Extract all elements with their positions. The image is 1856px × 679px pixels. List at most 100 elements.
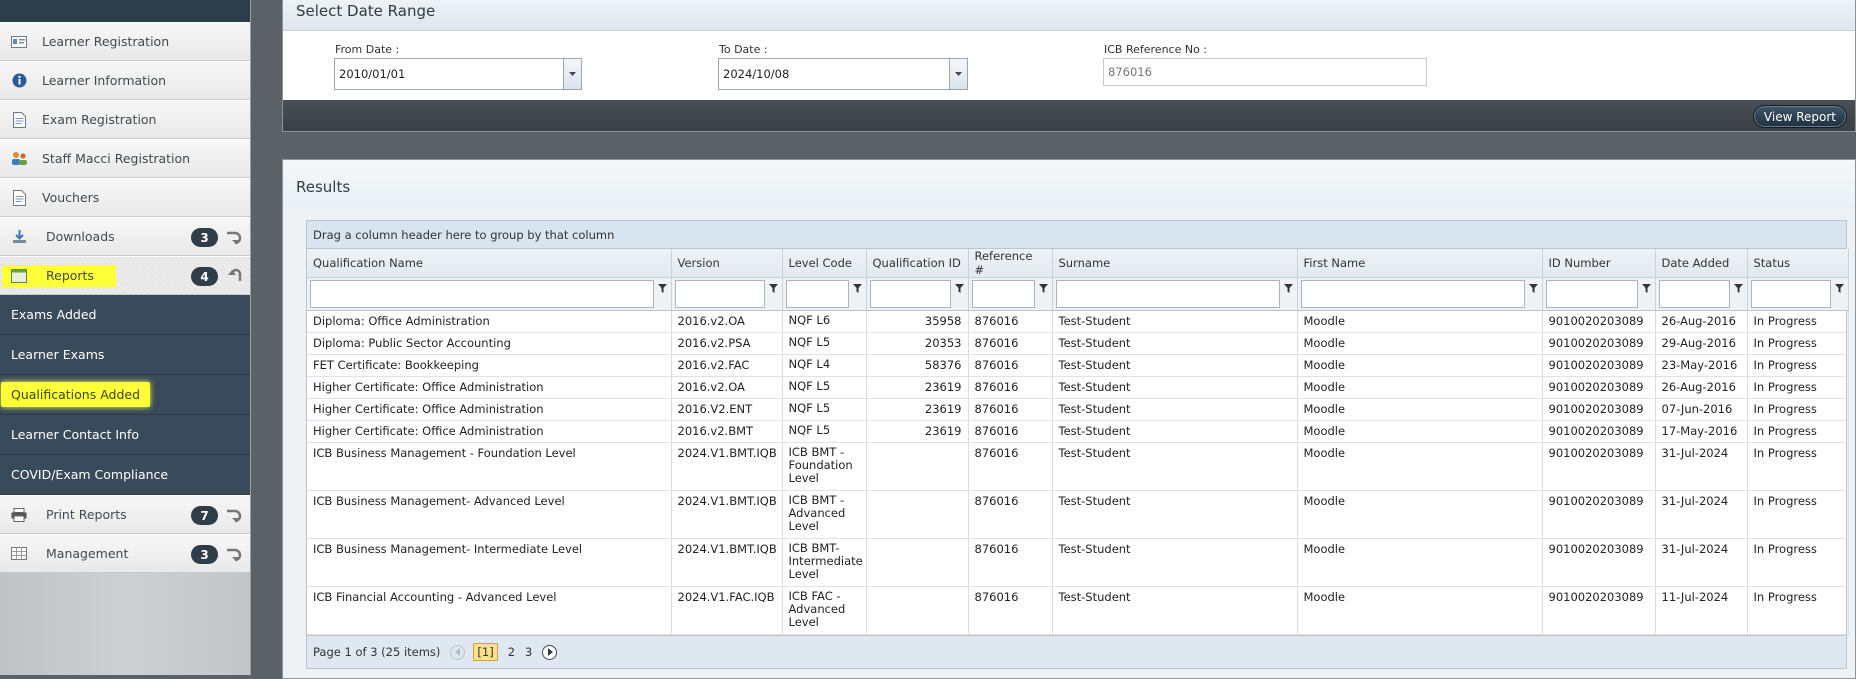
from-date-dropdown-button[interactable] [563, 59, 581, 89]
group-by-bar[interactable]: Drag a column header here to group by th… [307, 221, 1846, 249]
filter-cell [1297, 277, 1543, 311]
table-row[interactable]: Higher Certificate: Office Administratio… [307, 398, 1849, 421]
page-current[interactable]: [1] [473, 643, 498, 661]
table-row[interactable]: FET Certificate: Bookkeeping 2016.v2.FAC N… [307, 354, 1849, 377]
column-header[interactable]: Status [1747, 249, 1849, 278]
column-filter-input[interactable] [1055, 280, 1280, 308]
count-badge: 4 [191, 267, 218, 286]
column-filter-input[interactable] [1300, 280, 1525, 308]
sidebar-item-label: Exam Registration [42, 112, 157, 127]
column-filter-input[interactable] [1658, 280, 1730, 308]
table-cell: Test-Student [1052, 310, 1298, 333]
sidebar-subitem-covid-exam-compliance[interactable]: COVID/Exam Compliance [0, 455, 250, 495]
table-row[interactable]: ICB Business Management- Advanced Level 2… [307, 490, 1849, 539]
column-filter-input[interactable] [869, 280, 951, 308]
column-header[interactable]: Version [671, 249, 783, 278]
sidebar-item-learner-information[interactable]: Learner Information [0, 61, 250, 100]
filter-cell [307, 277, 672, 311]
collapse-arrow-icon[interactable] [225, 267, 243, 285]
filter-icon[interactable] [768, 284, 778, 293]
table-cell: In Progress [1747, 490, 1849, 539]
column-header[interactable]: Reference # [968, 249, 1053, 278]
sidebar-subitem-exams-added[interactable]: Exams Added [0, 295, 250, 335]
filter-icon[interactable] [852, 284, 862, 293]
table-cell [866, 442, 969, 491]
sidebar-subitem-learner-contact-info[interactable]: Learner Contact Info [0, 415, 250, 455]
table-row[interactable]: ICB Financial Accounting - Advanced Leve… [307, 586, 1849, 635]
table-cell: Test-Student [1052, 398, 1298, 421]
filter-cell [671, 277, 783, 311]
table-cell: 23619 [866, 420, 969, 443]
sidebar-item-print-reports[interactable]: Print Reports 7 [0, 495, 250, 534]
column-header[interactable]: Date Added [1655, 249, 1748, 278]
icb-reference-input[interactable]: 876016 [1103, 58, 1427, 86]
table-cell: FET Certificate: Bookkeeping [307, 354, 672, 377]
table-row[interactable]: Higher Certificate: Office Administratio… [307, 420, 1849, 443]
filter-icon[interactable] [1733, 284, 1743, 293]
expand-arrow-icon[interactable] [225, 228, 243, 246]
from-date-picker[interactable]: 2010/01/01 [334, 58, 582, 90]
sidebar-item-label: Management [46, 546, 129, 561]
table-cell: 2024.V1.FAC.IQB [671, 586, 783, 635]
sidebar-item-downloads[interactable]: Downloads 3 [0, 217, 250, 256]
chevron-down-icon [569, 72, 576, 76]
column-filter-input[interactable] [1750, 280, 1831, 308]
users-icon [10, 151, 28, 167]
expand-arrow-icon[interactable] [225, 545, 243, 563]
date-range-form: From Date : 2010/01/01 To Date : 2024/10… [283, 31, 1855, 100]
panel-title: Results [283, 160, 1855, 208]
filter-icon[interactable] [954, 284, 964, 293]
column-header[interactable]: ID Number [1542, 249, 1656, 278]
sidebar-item-exam-registration[interactable]: Exam Registration [0, 100, 250, 139]
table-cell: Moodle [1297, 354, 1543, 377]
to-date-picker[interactable]: 2024/10/08 [718, 58, 968, 90]
table-row[interactable]: ICB Business Management- Intermediate Le… [307, 538, 1849, 587]
filter-icon[interactable] [657, 284, 667, 293]
info-icon [10, 73, 28, 89]
column-header[interactable]: Surname [1052, 249, 1298, 278]
table-row[interactable]: Diploma: Office Administration 2016.v2.OA… [307, 310, 1849, 333]
filter-icon[interactable] [1038, 284, 1048, 293]
sidebar-subitem-learner-exams[interactable]: Learner Exams [0, 335, 250, 375]
column-header[interactable]: Qualification Name [307, 249, 672, 278]
subitem-label: Qualifications Added [1, 382, 151, 407]
column-header[interactable]: Qualification ID [866, 249, 969, 278]
to-date-value: 2024/10/08 [723, 67, 790, 81]
filter-icon[interactable] [1641, 284, 1651, 293]
expand-arrow-icon[interactable] [225, 506, 243, 524]
table-cell: 876016 [968, 420, 1053, 443]
column-filter-input[interactable] [1545, 280, 1638, 308]
table-row[interactable]: Diploma: Public Sector Accounting 2016.v2… [307, 332, 1849, 355]
prev-page-button[interactable] [450, 644, 466, 660]
sidebar-item-learner-registration[interactable]: Learner Registration [0, 22, 250, 61]
page-3-link[interactable]: 3 [525, 645, 532, 659]
table-cell: ICB Financial Accounting - Advanced Leve… [307, 586, 672, 635]
table-row[interactable]: Higher Certificate: Office Administratio… [307, 376, 1849, 399]
filter-icon[interactable] [1528, 284, 1538, 293]
filter-icon[interactable] [1283, 284, 1293, 293]
sidebar-item-reports[interactable]: Reports 4 [0, 256, 250, 295]
sidebar-item-staff-macci-registration[interactable]: Staff Macci Registration [0, 139, 250, 178]
page-2-link[interactable]: 2 [508, 645, 515, 659]
column-header[interactable]: First Name [1297, 249, 1543, 278]
table-cell: NQF L6 [782, 310, 867, 333]
view-report-button[interactable]: View Report [1752, 105, 1847, 128]
sidebar-subitem-qualifications-added[interactable]: Qualifications Added [0, 375, 250, 415]
column-filter-input[interactable] [310, 280, 654, 308]
sidebar-item-management[interactable]: Management 3 [0, 534, 250, 573]
table-cell: Test-Student [1052, 376, 1298, 399]
column-filter-input[interactable] [785, 280, 849, 308]
table-cell: In Progress [1747, 332, 1849, 355]
column-filter-input[interactable] [674, 280, 765, 308]
to-date-dropdown-button[interactable] [949, 59, 967, 89]
column-filter-input[interactable] [971, 280, 1035, 308]
table-row[interactable]: ICB Business Management - Foundation Lev… [307, 442, 1849, 491]
column-header[interactable]: Level Code [782, 249, 867, 278]
table-cell: Moodle [1297, 398, 1543, 421]
table-cell: Moodle [1297, 420, 1543, 443]
next-page-button[interactable] [542, 644, 558, 660]
table-cell: Test-Student [1052, 420, 1298, 443]
filter-icon[interactable] [1834, 284, 1844, 293]
table-cell [866, 586, 969, 635]
sidebar-item-vouchers[interactable]: Vouchers [0, 178, 250, 217]
